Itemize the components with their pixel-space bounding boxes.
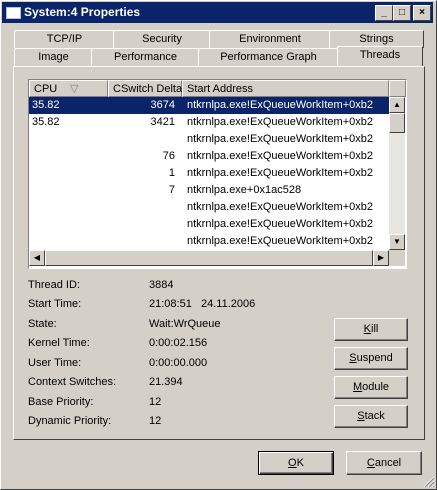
- context-switches-value: 21.394: [149, 376, 183, 388]
- scroll-up-button[interactable]: ▲: [389, 97, 405, 113]
- table-row[interactable]: 76 ntkrnlpa.exe!ExQueueWorkItem+0xb2: [29, 148, 389, 165]
- tab-environment[interactable]: Environment: [209, 30, 331, 48]
- horizontal-scrollbar[interactable]: ◀ ▶: [29, 250, 389, 266]
- cpu-cell: 35.82: [32, 116, 60, 128]
- tab-performance[interactable]: Performance: [91, 48, 200, 66]
- resize-grip-icon[interactable]: [423, 476, 435, 488]
- window-icon: [6, 7, 21, 19]
- start-address-cell: ntkrnlpa.exe+0x1ac528: [187, 184, 302, 196]
- vertical-scroll-thumb[interactable]: [389, 113, 405, 133]
- context-switches-label: Context Switches:: [28, 376, 117, 388]
- stack-button[interactable]: Stack: [334, 405, 408, 428]
- maximize-button[interactable]: □: [393, 5, 411, 21]
- tab-security[interactable]: Security: [113, 30, 211, 48]
- sort-descending-icon: ▽: [70, 83, 79, 95]
- cswitch-delta-cell: 1: [168, 167, 175, 179]
- state-label: State:: [28, 318, 57, 330]
- table-row[interactable]: 1 ntkrnlpa.exe!ExQueueWorkItem+0xb2: [29, 165, 389, 182]
- tab-tcpip[interactable]: TCP/IP: [14, 30, 115, 48]
- vertical-scrollbar[interactable]: ▲ ▼: [389, 97, 405, 250]
- scroll-left-button[interactable]: ◀: [29, 250, 45, 266]
- minimize-button[interactable]: _: [375, 5, 393, 21]
- table-row[interactable]: 35.82 3674 ntkrnlpa.exe!ExQueueWorkItem+0x…: [29, 97, 389, 114]
- start-address-cell: ntkrnlpa.exe!ExQueueWorkItem+0xb2: [187, 201, 373, 213]
- threads-list[interactable]: CPU ▽ CSwitch Delta Start Address 35.82 3…: [28, 79, 407, 269]
- cpu-cell: 35.82: [32, 99, 60, 111]
- table-row[interactable]: 7 ntkrnlpa.exe+0x1ac528: [29, 182, 389, 199]
- column-cpu-label: CPU: [34, 83, 58, 95]
- user-time-label: User Time:: [28, 357, 82, 369]
- cswitch-delta-cell: 3674: [150, 99, 175, 111]
- window-title: System:4 Properties: [24, 5, 141, 19]
- scrollbar-corner: [389, 250, 405, 266]
- tab-threads[interactable]: Threads: [337, 46, 423, 66]
- user-time-value: 0:00:00.000: [149, 357, 208, 369]
- start-address-cell: ntkrnlpa.exe!ExQueueWorkItem+0xb2: [187, 133, 373, 145]
- horizontal-scroll-thumb[interactable]: [45, 250, 373, 266]
- state-value: Wait:WrQueue: [149, 318, 221, 330]
- ok-button[interactable]: OK: [258, 451, 334, 475]
- table-row[interactable]: ntkrnlpa.exe!ExQueueWorkItem+0xb2: [29, 233, 389, 250]
- column-header-filler: [389, 80, 406, 97]
- kernel-time-value: 0:00:02.156: [149, 337, 208, 349]
- start-address-cell: ntkrnlpa.exe!ExQueueWorkItem+0xb2: [187, 116, 373, 128]
- start-address-cell: ntkrnlpa.exe!ExQueueWorkItem+0xb2: [187, 235, 373, 247]
- column-header-start-address[interactable]: Start Address: [182, 80, 389, 97]
- scroll-down-button[interactable]: ▼: [389, 234, 405, 250]
- title-bar[interactable]: System:4 Properties _ □ ×: [2, 2, 433, 23]
- start-address-cell: ntkrnlpa.exe!ExQueueWorkItem+0xb2: [187, 218, 373, 230]
- dynamic-priority-label: Dynamic Priority:: [28, 415, 112, 427]
- start-address-cell: ntkrnlpa.exe!ExQueueWorkItem+0xb2: [187, 167, 373, 179]
- start-address-cell: ntkrnlpa.exe!ExQueueWorkItem+0xb2: [187, 99, 373, 111]
- cswitch-delta-cell: 76: [162, 150, 175, 162]
- cswitch-delta-cell: 3421: [150, 116, 175, 128]
- tab-performance-graph[interactable]: Performance Graph: [198, 48, 339, 66]
- table-row[interactable]: ntkrnlpa.exe!ExQueueWorkItem+0xb2: [29, 216, 389, 233]
- base-priority-value: 12: [149, 396, 162, 408]
- base-priority-label: Base Priority:: [28, 396, 94, 408]
- kernel-time-label: Kernel Time:: [28, 337, 90, 349]
- column-header-cswitch-delta[interactable]: CSwitch Delta: [108, 80, 182, 97]
- column-header-cpu[interactable]: CPU ▽: [29, 80, 108, 97]
- kill-button[interactable]: Kill: [334, 318, 408, 341]
- start-time-value: 21:08:51 24.11.2006: [149, 298, 256, 310]
- thread-id-value: 3884: [149, 279, 174, 291]
- scroll-right-button[interactable]: ▶: [373, 250, 389, 266]
- start-time-label: Start Time:: [28, 298, 82, 310]
- table-row[interactable]: ntkrnlpa.exe!ExQueueWorkItem+0xb2: [29, 131, 389, 148]
- close-button[interactable]: ×: [413, 5, 431, 21]
- tab-image[interactable]: Image: [14, 48, 93, 66]
- dynamic-priority-value: 12: [149, 415, 162, 427]
- module-button[interactable]: Module: [334, 376, 408, 399]
- table-row[interactable]: ntkrnlpa.exe!ExQueueWorkItem+0xb2: [29, 199, 389, 216]
- cancel-button[interactable]: Cancel: [346, 451, 422, 475]
- start-address-cell: ntkrnlpa.exe!ExQueueWorkItem+0xb2: [187, 150, 373, 162]
- table-row[interactable]: 35.82 3421 ntkrnlpa.exe!ExQueueWorkItem+0x…: [29, 114, 389, 131]
- thread-id-label: Thread ID:: [28, 279, 80, 291]
- suspend-button[interactable]: Suspend: [334, 347, 408, 370]
- cswitch-delta-cell: 7: [168, 184, 175, 196]
